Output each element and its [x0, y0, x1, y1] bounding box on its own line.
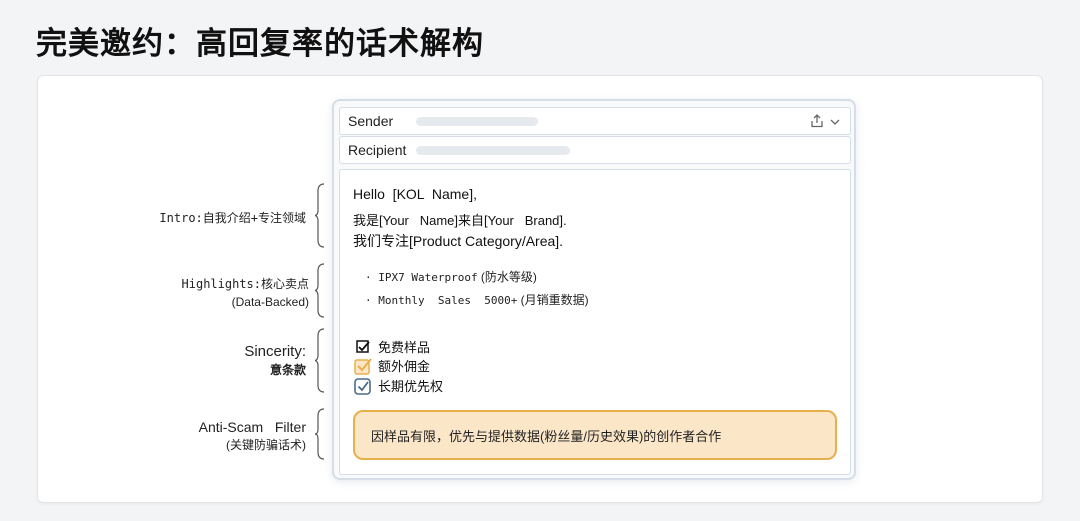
sender-label: Sender	[348, 113, 394, 129]
annotation-highlights-line1: Highlights:核心卖点	[181, 277, 309, 291]
checklist-label: 免费样品	[378, 340, 431, 355]
annotation-highlights-line2: (Data-Backed)	[231, 295, 309, 309]
greeting-line: Hello [KOL Name],	[353, 186, 477, 202]
bullet-en: · Monthly Sales 5000+	[365, 294, 518, 307]
recipient-label: Recipient	[348, 142, 407, 158]
annotation-highlights: Highlights:核心卖点 (Data-Backed)	[182, 275, 309, 311]
brace-sincerity	[315, 328, 325, 393]
annotation-anti-scam-line1: Anti-Scam Filter	[198, 419, 306, 435]
sender-row[interactable]: Sender	[339, 107, 851, 135]
header-actions	[810, 114, 840, 131]
checklist-item[interactable]: 额外佣金	[354, 356, 430, 375]
note-text: 因样品有限，优先与提供数据(粉丝量/历史效果)的创作者合作	[371, 428, 722, 444]
checklist-label: 长期优先权	[378, 379, 444, 394]
bullet-item: · Monthly Sales 5000+ (月销重数据)	[365, 291, 589, 308]
checklist-item[interactable]: 免费样品	[354, 337, 430, 356]
chevron-down-icon[interactable]	[830, 116, 840, 130]
annotation-sincerity: Sincerity: 意条款	[244, 343, 306, 379]
bullet-zh: (防水等级)	[477, 270, 537, 284]
annotation-sincerity-line2: 意条款	[269, 363, 306, 377]
annotation-intro: Intro:自我介绍+专注领域	[159, 209, 306, 227]
checkbox-icon[interactable]	[354, 357, 372, 375]
brace-intro	[315, 183, 325, 248]
checkbox-icon[interactable]	[354, 338, 372, 356]
page-title: 完美邀约：高回复率的话术解构	[36, 26, 484, 62]
checklist-label: 额外佣金	[378, 359, 431, 374]
recipient-placeholder	[416, 145, 570, 155]
sender-placeholder	[416, 116, 538, 126]
intro-line-2: 我们专注[Product Category/Area].	[353, 233, 564, 249]
annotation-anti-scam: Anti-Scam Filter (关键防骗话术)	[199, 418, 306, 454]
checkbox-icon[interactable]	[354, 377, 372, 395]
bullet-item: · IPX7 Waterproof (防水等级)	[365, 268, 537, 285]
brace-highlights	[315, 263, 325, 318]
brace-anti-scam	[315, 408, 325, 460]
share-icon[interactable]	[810, 114, 824, 131]
recipient-row[interactable]: Recipient	[339, 136, 851, 164]
note-box: 因样品有限，优先与提供数据(粉丝量/历史效果)的创作者合作	[353, 410, 837, 460]
intro-line-1: 我是[Your Name]来自[Your Brand].	[353, 213, 567, 228]
email-body[interactable]: Hello [KOL Name], 我是[Your Name]来自[Your B…	[339, 169, 851, 475]
annotation-sincerity-line1: Sincerity:	[244, 343, 306, 360]
checklist-item[interactable]: 长期优先权	[354, 376, 443, 395]
email-window: Sender Recipient Hello [KOL Name], 我是[Yo…	[332, 99, 856, 480]
bullet-en: · IPX7 Waterproof	[365, 271, 478, 284]
bullet-zh: (月销重数据)	[517, 293, 589, 307]
annotation-anti-scam-line2: (关键防骗话术)	[226, 438, 306, 452]
annotation-intro-text: Intro:自我介绍+专注领域	[159, 211, 306, 225]
